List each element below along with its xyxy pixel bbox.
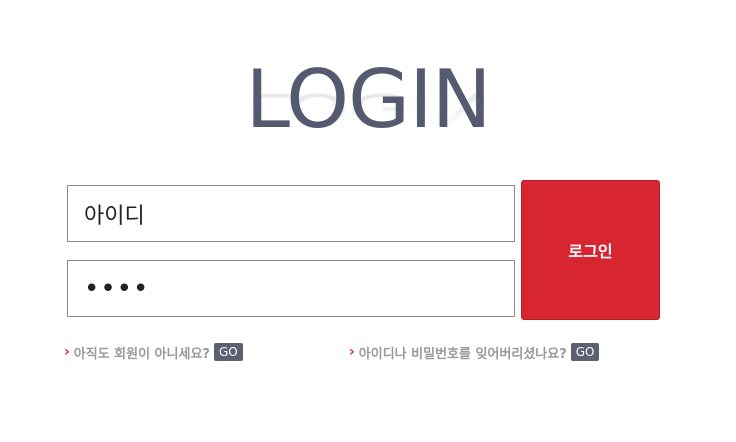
recover-help-text: 아이디나 비밀번호를 잊어버리셨나요? bbox=[358, 346, 567, 362]
recover-help: › 아이디나 비밀번호를 잊어버리셨나요? GO bbox=[349, 342, 600, 362]
login-button[interactable]: 로그인 bbox=[521, 180, 660, 320]
signup-help: › 아직도 회원이 아니세요? GO bbox=[64, 342, 243, 362]
page-title-reflection: LOGIN bbox=[245, 83, 491, 135]
id-input[interactable] bbox=[67, 185, 515, 242]
chevron-right-icon: › bbox=[349, 344, 355, 360]
signup-go-button[interactable]: GO bbox=[213, 343, 243, 361]
password-input[interactable] bbox=[67, 260, 515, 317]
login-title-block: LOGIN LOGIN bbox=[0, 58, 736, 168]
login-page: LOGIN LOGIN 로그인 › 아직도 회원이 아니세요? GO › 아이디… bbox=[0, 0, 736, 442]
signup-help-text: 아직도 회원이 아니세요? bbox=[73, 346, 210, 362]
recover-go-button[interactable]: GO bbox=[570, 343, 600, 361]
chevron-right-icon: › bbox=[64, 344, 70, 360]
